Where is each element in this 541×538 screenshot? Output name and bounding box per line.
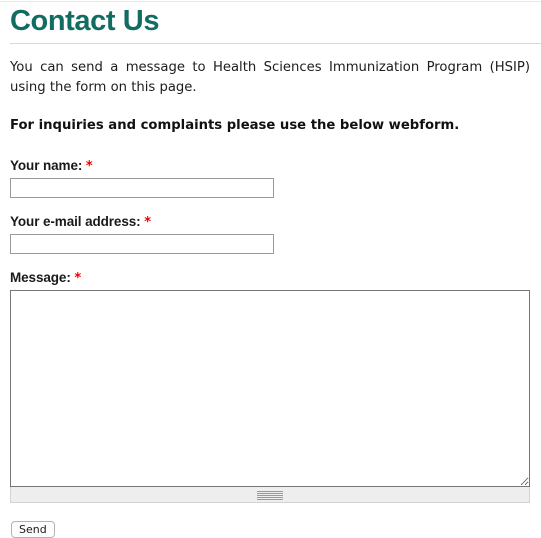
message-field-wrapper xyxy=(10,290,530,503)
label-your-email-address: Your e-mail address: * xyxy=(10,214,541,231)
form-actions: Send xyxy=(0,503,541,538)
label-your-email-address-text: Your e-mail address: xyxy=(10,214,141,229)
resize-grippie-icon xyxy=(257,491,283,500)
required-asterisk-message: * xyxy=(74,271,82,286)
label-your-name-text: Your name: xyxy=(10,158,83,173)
form-item-message: Message: * xyxy=(0,270,541,503)
page-content: Contact Us You can send a message to Hea… xyxy=(0,0,541,538)
intro-paragraph: You can send a message to Health Science… xyxy=(10,60,530,95)
message-textarea[interactable] xyxy=(10,290,530,487)
your-email-address-input[interactable] xyxy=(10,234,274,254)
your-name-input[interactable] xyxy=(10,178,274,198)
contact-form: Your name: * Your e-mail address: * Mess… xyxy=(0,158,541,538)
required-asterisk-your-name: * xyxy=(85,159,93,174)
required-asterisk-your-email-address: * xyxy=(144,215,151,230)
emphasis-paragraph: For inquiries and complaints please use … xyxy=(10,118,460,133)
textarea-resize-grippie[interactable] xyxy=(10,487,530,503)
label-your-name: Your name: * xyxy=(10,158,541,175)
label-message-text: Message: xyxy=(10,270,71,285)
label-message: Message: * xyxy=(10,270,541,287)
page-title: Contact Us xyxy=(10,5,160,37)
form-item-your-name: Your name: * xyxy=(0,158,541,198)
form-item-your-email-address: Your e-mail address: * xyxy=(0,214,541,254)
